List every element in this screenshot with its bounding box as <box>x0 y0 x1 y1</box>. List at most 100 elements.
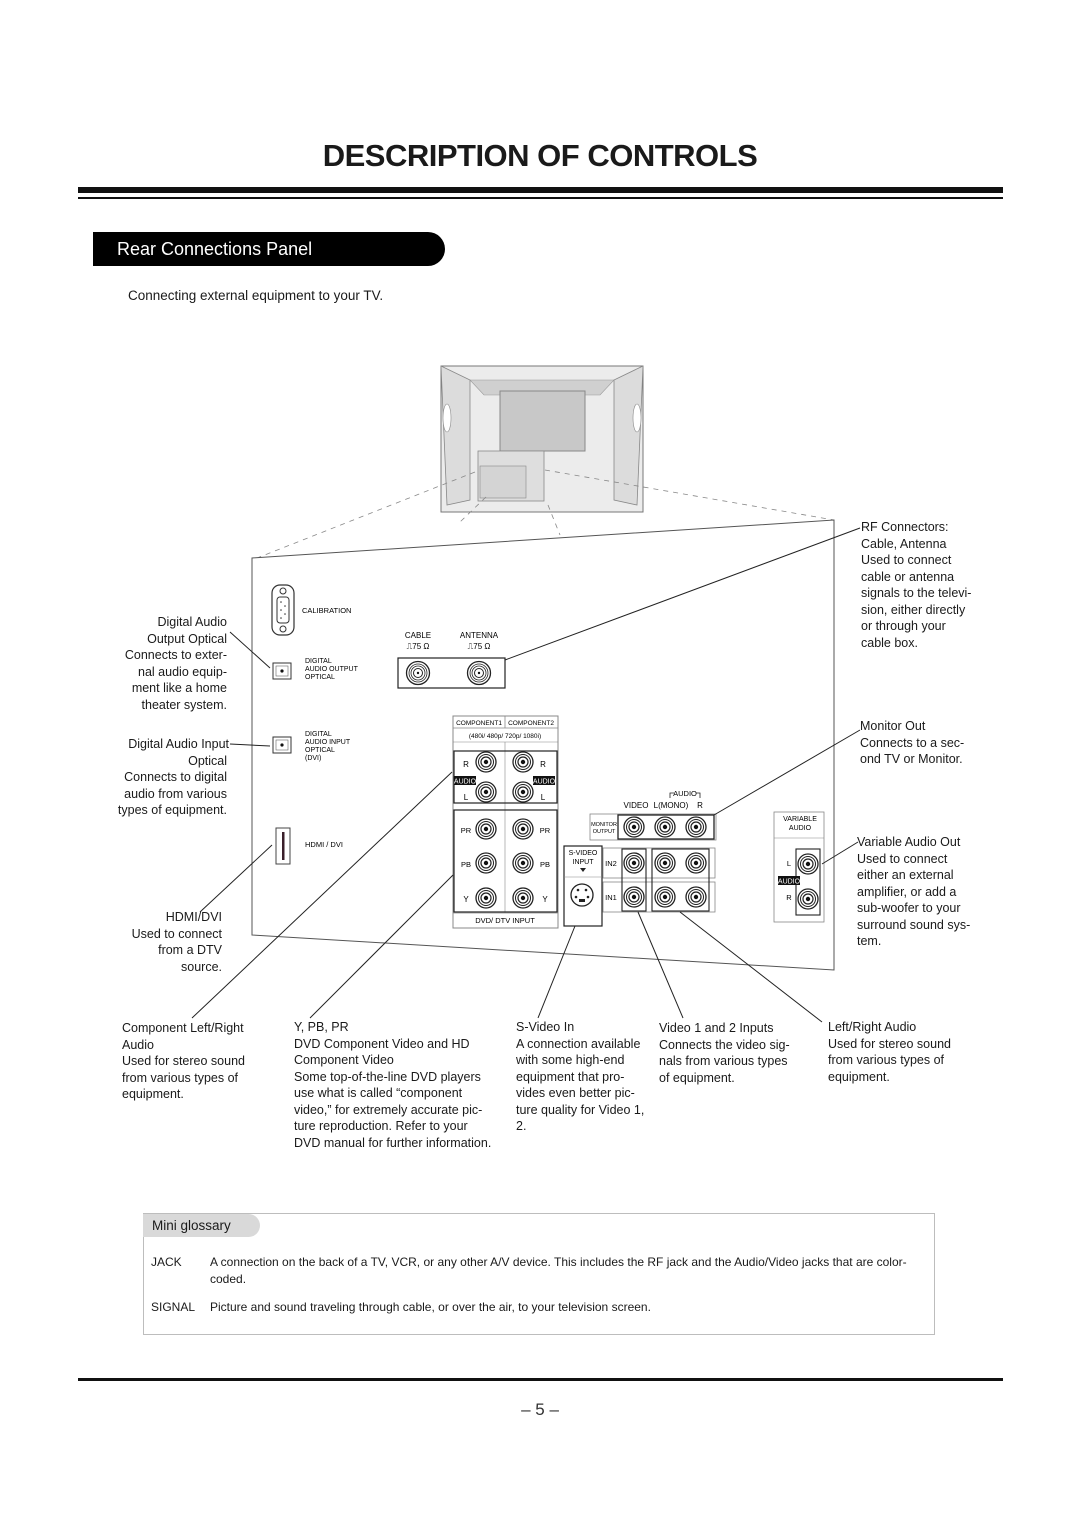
in2-audio-l-jack <box>654 852 676 874</box>
callout-line: Audio <box>122 1037 154 1052</box>
component1-pr-label: PR <box>461 826 472 835</box>
callout-line: audio from various <box>124 786 227 801</box>
callout-line: from various types of <box>122 1070 239 1085</box>
callout-line: from various types of <box>828 1053 945 1067</box>
callout-line: use what is called “component <box>294 1086 463 1100</box>
component2-pr-jack <box>512 818 534 840</box>
callout-line: either an external <box>857 868 954 882</box>
callout-line: equipment that pro- <box>516 1069 625 1084</box>
antenna-label: ANTENNA <box>460 631 499 640</box>
callout-line: types of equipment. <box>117 803 227 817</box>
callout-line: 2. <box>516 1119 527 1133</box>
callout-line: RF Connectors: <box>861 520 949 534</box>
callout-line: cable or antenna <box>861 569 955 584</box>
callout-line: cable box. <box>861 635 918 650</box>
component2-label: COMPONENT2 <box>508 720 554 727</box>
component2-audio-l-jack <box>512 781 534 803</box>
callout-line: Variable Audio Out <box>857 835 961 849</box>
dvd-dtv-input-label: DVD/ DTV INPUT <box>475 916 535 925</box>
l-mono-label: L(MONO) <box>654 801 689 810</box>
component1-pr-jack <box>475 818 497 840</box>
callout-line: video,” for extremely accurate pic- <box>294 1102 483 1117</box>
callout-line: S-Video In <box>516 1020 575 1034</box>
optical-input-dot <box>280 743 284 747</box>
digital-audio-output-label-3: OPTICAL <box>305 674 335 681</box>
callout-line: Digital Audio Input <box>128 737 229 751</box>
s-video-label-1: S-VIDEO <box>569 850 598 857</box>
callout-line: Cable, Antenna <box>861 536 947 551</box>
in1-audio-l-jack <box>654 886 676 908</box>
callout-line: HDMI/DVI <box>165 910 222 924</box>
callout-line: Used to connect <box>857 851 948 866</box>
callout-line: nals from various types <box>659 1054 788 1068</box>
cable-impedance: ⎍75 Ω <box>407 642 430 651</box>
component1-audio-l-jack <box>475 781 497 803</box>
callout-line: Used for stereo sound <box>122 1054 245 1068</box>
callout-line: Used for stereo sound <box>828 1036 951 1051</box>
callout-line: signals to the televi- <box>861 586 972 600</box>
callout-line: Connects to exter- <box>124 648 227 662</box>
callout-line: source. <box>181 959 222 974</box>
callout-line: Connects to digital <box>124 770 227 784</box>
glossary-title: Mini glossary <box>143 1214 260 1237</box>
callout-hdmi-dvi: HDMI/DVI Used to connect from a DTV sour… <box>132 909 222 975</box>
callout-line: Some top-of-the-line DVD players <box>294 1069 481 1084</box>
component1-l-label: L <box>464 793 469 802</box>
component1-pb-label: PB <box>461 860 471 869</box>
callout-s-video-in: S-Video In A connection available with s… <box>516 1019 644 1135</box>
callout-line: A connection available <box>516 1036 641 1051</box>
audio-bracket-label: AUDIO <box>673 789 697 798</box>
callout-rf-connectors: RF Connectors: Cable, Antenna Used to co… <box>861 519 971 651</box>
monitor-r-label: R <box>697 801 703 810</box>
variable-r-label: R <box>786 893 792 902</box>
callout-monitor-out: Monitor Out Connects to a sec- ond TV or… <box>860 718 964 768</box>
callout-line: Left/Right Audio <box>828 1020 917 1034</box>
callout-component-audio: Component Left/Right Audio Used for ster… <box>122 1020 245 1103</box>
monitor-video-jack <box>623 816 645 838</box>
glossary-definition: Picture and sound traveling through cabl… <box>210 1300 651 1314</box>
in1-audio-r-jack <box>685 886 707 908</box>
callout-line: Component Video <box>294 1053 394 1067</box>
component1-y-label: Y <box>463 895 469 904</box>
callout-left-right-audio: Left/Right Audio Used for stereo sound f… <box>828 1019 951 1085</box>
component-formats: (480i/ 480p/ 720p/ 1080i) <box>469 733 541 740</box>
glossary-term: JACK <box>151 1255 182 1269</box>
callout-line: Component Left/Right <box>122 1021 244 1035</box>
component2-pb-jack <box>512 852 534 874</box>
in2-video-jack <box>623 852 645 874</box>
variable-audio-badge-label: AUDIO <box>778 879 801 886</box>
digital-audio-input-label-4: (DVI) <box>305 755 321 762</box>
component1-audio-r-jack <box>475 751 497 773</box>
component2-pr-label: PR <box>540 826 551 835</box>
callout-line: Used to connect <box>861 553 952 567</box>
callout-line: with some high-end <box>516 1053 625 1067</box>
callout-component-video: Y, PB, PR DVD Component Video and HD Com… <box>294 1019 491 1151</box>
callout-line: from a DTV <box>158 943 222 957</box>
tv-rear-illustration <box>440 365 644 513</box>
antenna-impedance: ⎍75 Ω <box>468 642 491 651</box>
hdmi-port-slot <box>282 832 285 860</box>
s-video-label-2: INPUT <box>573 859 595 866</box>
callout-line: Connects to a sec- <box>860 735 965 750</box>
glossary-term: SIGNAL <box>151 1300 196 1314</box>
cable-jack <box>405 660 431 686</box>
callout-line: nal audio equip- <box>138 664 227 679</box>
callout-line: amplifier, or add a <box>857 884 957 899</box>
callout-variable-audio-out: Variable Audio Out Used to connect eithe… <box>857 834 970 950</box>
callout-line: Optical <box>188 753 227 768</box>
component2-audio-r-jack <box>512 751 534 773</box>
digital-audio-output-label-1: DIGITAL <box>305 658 332 665</box>
calibration-port <box>271 584 295 636</box>
callout-line: Output Optical <box>147 631 227 646</box>
callout-line: or through your <box>861 619 946 633</box>
callout-line: vides even better pic- <box>516 1086 635 1100</box>
antenna-jack <box>466 660 492 686</box>
variable-audio-r-jack <box>797 888 819 910</box>
component1-pb-jack <box>475 852 497 874</box>
in2-label: IN2 <box>605 859 617 868</box>
component1-audio-label: AUDIO <box>454 779 477 786</box>
callout-line: ture quality for Video 1, <box>516 1102 645 1117</box>
callout-line: theater system. <box>141 697 227 712</box>
in2-audio-r-jack <box>685 852 707 874</box>
callout-line: Used to connect <box>131 926 222 941</box>
